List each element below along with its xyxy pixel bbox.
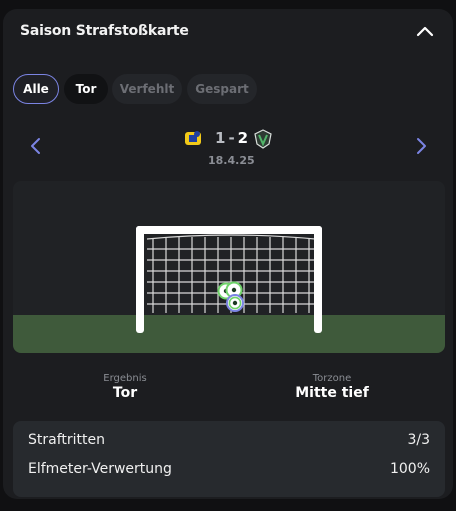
stat-label: Elfmeter-Verwertung [28, 461, 172, 477]
stat-value: 100% [389, 461, 430, 477]
chevron-left-icon[interactable] [28, 136, 44, 156]
zone-info: Torzone Mitte tief [232, 373, 432, 401]
result-value: Tor [112, 385, 138, 401]
zone-value: Mitte tief [295, 385, 369, 401]
result-label: Ergebnis [103, 373, 147, 384]
goal-visualization [13, 181, 445, 353]
match-date: 18.4.25 [208, 154, 255, 167]
filter-goal[interactable]: Tor [64, 74, 108, 104]
away-score: 2 [237, 129, 249, 147]
match-score: 1-2 [215, 129, 248, 147]
home-team-crest [185, 131, 201, 145]
home-score: 1 [215, 129, 226, 147]
filter-saved[interactable]: Gespart [187, 74, 257, 104]
zone-label: Torzone [312, 373, 352, 384]
stat-row: Elfmeter-Verwertung 100% [28, 461, 430, 481]
penalty-shot-markers [217, 281, 244, 312]
goal-net [136, 226, 322, 333]
result-info: Ergebnis Tor [25, 373, 225, 401]
stats-panel: Straftritten 3/3 Elfmeter-Verwertung 100… [13, 421, 445, 497]
filter-missed[interactable]: Verfehlt [112, 74, 182, 104]
chevron-right-icon[interactable] [413, 136, 429, 156]
match-selector: 1-2 18.4.25 [3, 126, 453, 170]
filter-all[interactable]: Alle [13, 74, 59, 104]
card-header[interactable]: Saison Strafstoßkarte [3, 9, 453, 55]
stat-value: 3/3 [407, 432, 430, 448]
away-team-crest [254, 129, 272, 149]
stat-row: Straftritten 3/3 [28, 432, 430, 452]
card-title: Saison Strafstoßkarte [20, 23, 189, 39]
penalty-map-card: Saison Strafstoßkarte Alle Tor Verfehlt … [3, 9, 453, 499]
chevron-up-icon[interactable] [415, 22, 435, 42]
stat-label: Straftritten [28, 432, 105, 448]
score-separator: - [228, 129, 235, 147]
